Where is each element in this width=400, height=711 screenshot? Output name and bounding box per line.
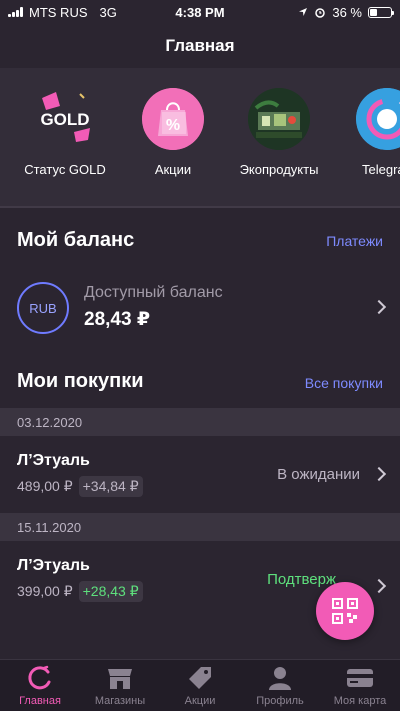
status-bar: MTS RUS 3G 4:38 PM 36 % <box>0 0 400 24</box>
purchase-store: Л’Этуаль <box>17 452 90 469</box>
story-gold-status[interactable]: GOLD Статус GOLD <box>10 88 120 177</box>
balance-row[interactable]: RUB Доступный баланс 28,43 ₽ <box>0 278 400 338</box>
signal-icon <box>8 7 23 17</box>
battery-icon <box>368 6 394 18</box>
tab-label: Главная <box>19 695 61 707</box>
tab-label: Магазины <box>94 695 146 707</box>
chevron-right-icon <box>371 466 387 482</box>
network-type: 3G <box>99 4 117 20</box>
tab-label: Акции <box>184 695 216 707</box>
currency-badge: RUB <box>17 282 69 334</box>
tab-stores[interactable]: Магазины <box>80 664 160 707</box>
purchase-amount-row: 399,00 ₽ +28,43 ₽ <box>17 581 143 602</box>
payments-link[interactable]: Платежи <box>326 233 383 249</box>
purchases-section-title: Мои покупки <box>17 370 144 392</box>
tab-bar: Главная Магазины Акции Профиль Моя карта <box>0 659 400 711</box>
story-label: Статус GOLD <box>24 162 106 177</box>
purchase-store: Л’Этуаль <box>17 557 90 574</box>
story-telegram[interactable]: Telegra <box>332 88 400 177</box>
story-label: Экопродукты <box>239 162 319 177</box>
alarm-icon <box>315 8 326 18</box>
section-divider <box>0 206 400 208</box>
balance-section-title: Мой баланс <box>17 229 135 251</box>
chevron-right-icon <box>371 578 387 594</box>
tab-profile[interactable]: Профиль <box>240 664 320 707</box>
story-promotions[interactable]: % Акции <box>118 88 228 177</box>
profile-icon <box>240 664 320 692</box>
purchase-date: 03.12.2020 <box>0 408 400 436</box>
status-right: 36 % <box>298 4 394 20</box>
status-left: MTS RUS 3G <box>8 5 117 20</box>
tab-label: Моя карта <box>333 695 387 707</box>
balance-label: Доступный баланс <box>84 284 223 301</box>
purchase-status: Подтверж <box>267 571 336 588</box>
cashback-badge: +34,84 ₽ <box>78 476 143 497</box>
purchase-amount: 399,00 ₽ <box>17 583 73 599</box>
purchase-item[interactable]: Л’Этуаль 489,00 ₽ +34,84 ₽ В ожидании <box>0 436 400 512</box>
purchase-status: В ожидании <box>277 466 360 483</box>
eco-products-icon <box>248 88 310 150</box>
purchase-amount-row: 489,00 ₽ +34,84 ₽ <box>17 476 143 497</box>
home-icon <box>0 664 80 692</box>
purchase-amount: 489,00 ₽ <box>17 478 73 494</box>
all-purchases-link[interactable]: Все покупки <box>305 375 383 391</box>
gold-status-icon: GOLD <box>34 88 96 150</box>
story-eco-products[interactable]: Экопродукты <box>224 88 334 177</box>
percent-badge-text: % <box>166 117 180 134</box>
cashback-badge: +28,43 ₽ <box>78 581 143 602</box>
purchase-date: 15.11.2020 <box>0 513 400 541</box>
telegram-icon <box>356 88 400 150</box>
page-title: Главная <box>0 24 400 68</box>
tab-home[interactable]: Главная <box>0 664 80 707</box>
store-icon <box>80 664 160 692</box>
card-icon <box>320 664 400 692</box>
qr-code-icon <box>332 598 358 624</box>
tab-label: Профиль <box>256 695 304 707</box>
qr-code-button[interactable] <box>316 582 374 640</box>
battery-percent: 36 % <box>332 4 362 20</box>
story-label: Акции <box>154 162 192 177</box>
carrier: MTS RUS <box>29 4 88 20</box>
story-label: Telegra <box>362 162 400 177</box>
stories-carousel[interactable]: GOLD Статус GOLD % Акции Экопродукты Tel… <box>0 68 400 208</box>
tag-icon <box>160 664 240 692</box>
tab-promotions[interactable]: Акции <box>160 664 240 707</box>
location-icon <box>299 8 308 16</box>
chevron-right-icon <box>371 299 387 315</box>
gold-badge-text: GOLD <box>40 110 89 129</box>
shopping-bag-percent-icon: % <box>142 88 204 150</box>
balance-value: 28,43 ₽ <box>84 309 151 330</box>
battery-fill <box>370 8 378 16</box>
tab-my-card[interactable]: Моя карта <box>320 664 400 707</box>
